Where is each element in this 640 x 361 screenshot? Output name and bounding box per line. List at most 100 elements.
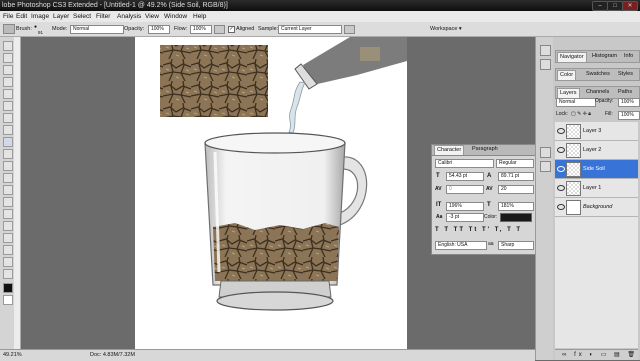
tracking-input[interactable]: 20 [498, 185, 534, 194]
mode-label: Mode: [52, 26, 68, 32]
tab-navigator[interactable]: Navigator [557, 52, 587, 62]
tab-paths[interactable]: Paths [616, 88, 634, 97]
menu-select[interactable]: Select [73, 11, 91, 22]
path-selection-tool-icon[interactable] [3, 233, 13, 243]
tab-styles[interactable]: Styles [616, 70, 635, 79]
mode-select[interactable]: Normal [70, 25, 124, 34]
tab-channels[interactable]: Channels [584, 88, 611, 97]
ignore-adjustment-icon[interactable] [344, 25, 355, 34]
layer-row-layer-3[interactable]: Layer 3 [555, 122, 638, 141]
background-color-swatch[interactable] [3, 295, 13, 305]
visibility-eye-icon[interactable] [557, 147, 565, 153]
sample-select[interactable]: Current Layer [278, 25, 342, 34]
flow-input[interactable]: 100% [190, 25, 212, 34]
layer-opacity-input[interactable]: 100% [618, 98, 640, 107]
clone-stamp-icon[interactable] [3, 24, 15, 34]
menu-layer[interactable]: Layer [53, 11, 69, 22]
layer-row-background[interactable]: Background [555, 198, 638, 217]
status-bar: 49.21% Doc: 4.83M/7.32M [0, 349, 535, 361]
marquee-tool-icon[interactable] [3, 53, 13, 63]
layer-row-side-soil[interactable]: Side Soil [555, 160, 638, 179]
font-family-select[interactable]: Calibri [435, 159, 494, 168]
font-size-input[interactable]: 54.43 pt [446, 172, 484, 181]
opacity-input[interactable]: 100% [148, 25, 170, 34]
paragraph-icon[interactable] [540, 161, 551, 172]
menu-image[interactable]: Image [31, 11, 49, 22]
hand-tool-icon[interactable] [3, 257, 13, 267]
font-style-select[interactable]: Regular [496, 159, 534, 168]
aligned-checkbox[interactable]: ✓ [228, 26, 235, 33]
layer-row-layer-2[interactable]: Layer 2 [555, 141, 638, 160]
tab-character[interactable]: Character [434, 145, 465, 155]
menu-analysis[interactable]: Analysis [117, 11, 141, 22]
kerning-input[interactable]: 0 [446, 185, 484, 194]
tab-info[interactable]: Info [622, 52, 635, 61]
close-button[interactable]: ✕ [622, 1, 638, 11]
dodge-tool-icon[interactable] [3, 197, 13, 207]
vertical-scale-input[interactable]: 196% [446, 202, 484, 211]
history-icon[interactable] [540, 45, 551, 56]
minimize-button[interactable]: – [592, 1, 608, 11]
fill-input[interactable]: 100% [618, 111, 640, 120]
text-color-swatch[interactable] [500, 213, 532, 222]
blend-mode-select[interactable]: Normal [556, 98, 596, 107]
lock-icons[interactable]: ▢ ✎ ✛ 🔒︎ [571, 110, 591, 118]
layer-name: Side Soil [583, 166, 605, 172]
document-canvas[interactable] [135, 37, 407, 350]
visibility-eye-icon[interactable] [557, 204, 565, 210]
menu-edit[interactable]: Edit [16, 11, 27, 22]
baseline-shift-input[interactable]: -3 pt [446, 213, 484, 222]
lasso-tool-icon[interactable] [3, 65, 13, 75]
tab-layers[interactable]: Layers [557, 88, 580, 98]
tab-histogram[interactable]: Histogram [590, 52, 619, 61]
visibility-eye-icon[interactable] [557, 128, 565, 134]
layer-name: Layer 1 [583, 185, 602, 191]
brush-dot-icon[interactable]: ● [34, 23, 37, 31]
foreground-color-swatch[interactable] [3, 283, 13, 293]
tab-paragraph[interactable]: Paragraph [470, 145, 500, 154]
menu-filter[interactable]: Filter [96, 11, 110, 22]
zoom-tool-icon[interactable] [3, 269, 13, 279]
healing-brush-tool-icon[interactable] [3, 113, 13, 123]
menu-window[interactable]: Window [164, 11, 187, 22]
horizontal-scale-input[interactable]: 181% [498, 202, 534, 211]
pen-tool-icon[interactable] [3, 209, 13, 219]
blur-tool-icon[interactable] [3, 185, 13, 195]
style-buttons[interactable]: T T TT Tt T' T, T T [435, 226, 533, 235]
visibility-eye-icon[interactable] [557, 185, 565, 191]
brush-label: Brush: [16, 26, 32, 32]
font-size-icon: T [436, 173, 440, 179]
character-icon[interactable] [540, 147, 551, 158]
menu-help[interactable]: Help [193, 11, 206, 22]
move-tool-icon[interactable] [3, 41, 13, 51]
layer-row-layer-1[interactable]: Layer 1 [555, 179, 638, 198]
type-tool-icon[interactable] [3, 221, 13, 231]
collapsed-panel-strip [535, 37, 554, 360]
eraser-tool-icon[interactable] [3, 161, 13, 171]
menu-view[interactable]: View [145, 11, 159, 22]
tab-swatches[interactable]: Swatches [584, 70, 612, 79]
history-brush-tool-icon[interactable] [3, 149, 13, 159]
leading-input[interactable]: 89.71 pt [498, 172, 534, 181]
tab-color[interactable]: Color [557, 70, 577, 80]
actions-icon[interactable] [540, 59, 551, 70]
lock-label: Lock: [556, 111, 568, 117]
crop-tool-icon[interactable] [3, 89, 13, 99]
language-select[interactable]: English: USA [435, 241, 487, 250]
clone-stamp-tool-icon[interactable] [3, 137, 13, 147]
character-panel: Character Paragraph Calibri Regular T 54… [431, 144, 537, 255]
maximize-button[interactable]: □ [607, 1, 623, 11]
airbrush-icon[interactable] [214, 25, 225, 34]
zoom-level[interactable]: 49.21% [3, 350, 22, 361]
magic-wand-tool-icon[interactable] [3, 77, 13, 87]
tools-panel [0, 37, 15, 349]
antialias-select[interactable]: Sharp [498, 241, 534, 250]
menu-file[interactable]: File [3, 11, 13, 22]
brush-tool-icon[interactable] [3, 125, 13, 135]
eyedropper-tool-icon[interactable] [3, 101, 13, 111]
workspace-menu[interactable]: Workspace ▾ [430, 25, 462, 33]
layers-footer-buttons[interactable]: ∞ fx ◐ ▭ ▤ 🗑︎ [555, 349, 638, 360]
visibility-eye-icon[interactable] [557, 166, 565, 172]
gradient-tool-icon[interactable] [3, 173, 13, 183]
shape-tool-icon[interactable] [3, 245, 13, 255]
